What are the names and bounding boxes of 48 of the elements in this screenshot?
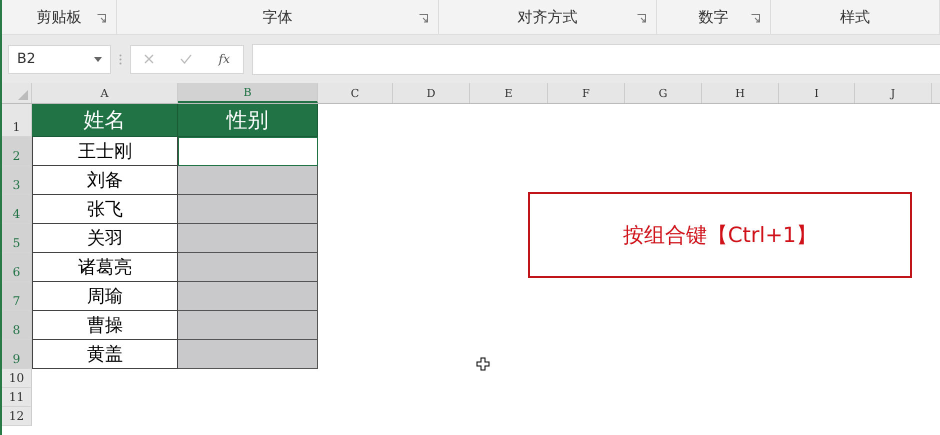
column-header[interactable]: H	[702, 83, 779, 103]
row-header[interactable]: 4	[2, 195, 32, 224]
dialog-launcher-icon[interactable]	[419, 14, 428, 23]
column-header[interactable]: F	[548, 83, 625, 103]
ribbon-group-label: 对齐方式	[517, 8, 578, 26]
row-header[interactable]: 9	[2, 340, 32, 369]
row-header[interactable]: 11	[2, 388, 32, 407]
cross-cursor-icon	[476, 357, 490, 371]
table-cell[interactable]	[178, 224, 318, 253]
table-cell[interactable]	[178, 311, 318, 340]
header-cell: 姓名	[32, 104, 178, 137]
name-box[interactable]: B2	[8, 44, 111, 74]
row-header[interactable]: 10	[2, 369, 32, 388]
dialog-launcher-icon[interactable]	[636, 14, 646, 23]
ribbon-group-label: 字体	[262, 8, 292, 26]
column-header[interactable]: B	[178, 83, 318, 103]
table-cell[interactable]	[178, 340, 318, 369]
row-header[interactable]: 7	[2, 282, 32, 311]
drag-handle-icon[interactable]	[119, 54, 122, 64]
column-header[interactable]: C	[318, 83, 393, 103]
table-cell[interactable]	[178, 195, 318, 224]
dropdown-icon	[94, 56, 102, 62]
row-header[interactable]: 6	[2, 253, 32, 282]
row-header[interactable]: 8	[2, 311, 32, 340]
callout-box: 按组合键【Ctrl+1】	[528, 192, 912, 278]
row-header[interactable]: 2	[2, 137, 32, 166]
table-cell[interactable]	[178, 137, 318, 166]
row-header[interactable]: 12	[2, 407, 32, 426]
row-header[interactable]: 1	[2, 104, 32, 137]
table-cell[interactable]	[178, 253, 318, 282]
table-cell[interactable]	[178, 166, 318, 195]
table-cell[interactable]	[178, 282, 318, 311]
ribbon-group-label: 数字	[698, 8, 728, 26]
row-header[interactable]: 5	[2, 224, 32, 253]
header-cell: 性别	[178, 104, 318, 137]
row-header[interactable]: 3	[2, 166, 32, 195]
ribbon-group-label: 样式	[840, 8, 870, 26]
dialog-launcher-icon[interactable]	[96, 14, 106, 23]
column-header[interactable]: E	[470, 83, 548, 103]
formula-input[interactable]	[252, 44, 940, 74]
column-header[interactable]: D	[393, 83, 470, 103]
column-header[interactable]: J	[855, 83, 932, 103]
insert-function-button[interactable]: fx	[218, 52, 230, 66]
dialog-launcher-icon[interactable]	[751, 14, 760, 23]
ribbon-group-label: 剪贴板	[36, 8, 82, 26]
column-header[interactable]: G	[625, 83, 702, 103]
column-header[interactable]: I	[779, 83, 855, 103]
check-icon[interactable]	[180, 54, 192, 64]
